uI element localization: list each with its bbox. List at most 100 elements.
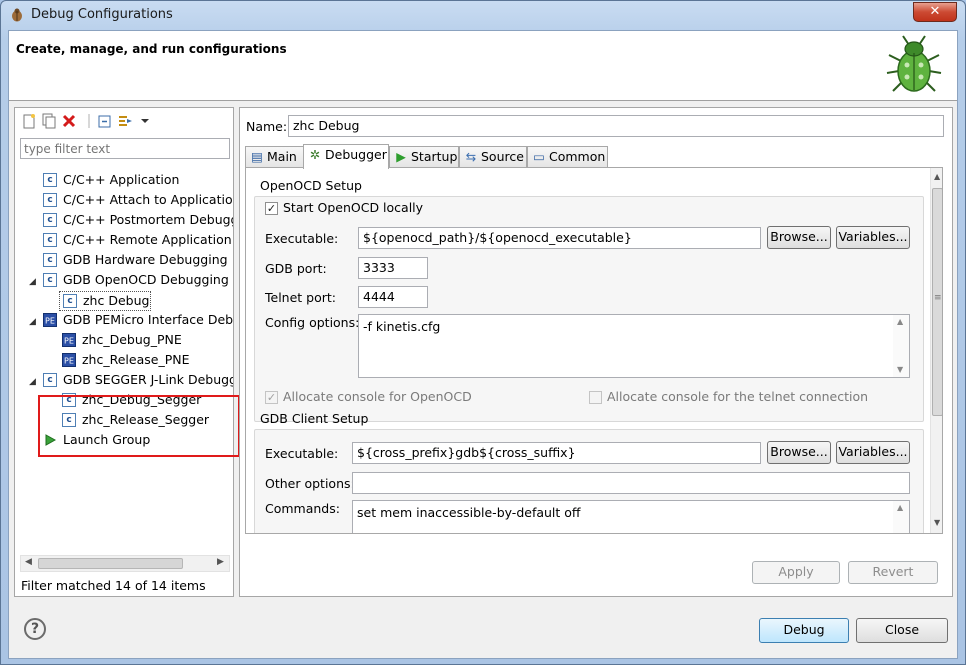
tree-item-cpp-remote[interactable]: c C/C++ Remote Application — [15, 231, 233, 251]
expanded-triangle-icon[interactable]: ◢ — [29, 273, 36, 291]
scroll-grip-icon: ≡ — [934, 293, 942, 303]
configuration-tree-panel: c C/C++ Application c C/C++ Attach to Ap… — [14, 107, 240, 597]
apply-button[interactable]: Apply — [752, 561, 840, 584]
tab-debugger[interactable]: ✲ Debugger — [303, 144, 389, 169]
configuration-tree: c C/C++ Application c C/C++ Attach to Ap… — [15, 165, 233, 545]
tree-item-zhc-debug[interactable]: c zhc Debug — [59, 291, 151, 311]
tree-item-zhc-release-pne[interactable]: PE zhc_Release_PNE — [15, 351, 233, 371]
filter-status-text: Filter matched 14 of 14 items — [21, 578, 206, 593]
new-configuration-icon[interactable] — [21, 113, 37, 129]
openocd-browse-button[interactable]: Browse... — [767, 226, 831, 249]
tab-label: Source — [481, 149, 524, 164]
debug-configurations-window: Debug Configurations ✕ Create, manage, a… — [0, 0, 966, 665]
scroll-up-icon[interactable]: ▲ — [897, 503, 903, 512]
close-button[interactable]: Close — [856, 618, 948, 643]
c-config-icon: c — [43, 373, 57, 387]
tab-common[interactable]: ▭ Common — [527, 146, 608, 168]
c-config-icon: c — [43, 213, 57, 227]
bug-app-icon — [12, 8, 22, 22]
title-bar[interactable]: Debug Configurations ✕ — [1, 1, 965, 29]
scroll-left-icon[interactable]: ◀ — [25, 557, 32, 567]
allocate-console-checkbox[interactable]: ✓ — [265, 391, 278, 404]
toolbar-separator — [88, 114, 90, 128]
window-close-button[interactable]: ✕ — [913, 2, 957, 22]
configuration-name-input[interactable]: zhc Debug — [288, 115, 944, 137]
other-options-input[interactable] — [352, 472, 910, 494]
debugger-tab-content: OpenOCD Setup ✓ Start OpenOCD locally Ex… — [245, 167, 943, 534]
gdb-browse-button[interactable]: Browse... — [767, 441, 831, 464]
scroll-down-icon[interactable]: ▼ — [934, 518, 940, 527]
start-openocd-locally-label: Start OpenOCD locally — [283, 200, 424, 215]
revert-button[interactable]: Revert — [848, 561, 938, 584]
scrollbar-thumb[interactable]: ≡ — [932, 188, 942, 416]
openocd-setup-title: OpenOCD Setup — [260, 178, 362, 193]
tree-item-gdb-segger[interactable]: ◢ c GDB SEGGER J-Link Debugg — [15, 371, 233, 391]
commands-label: Commands: — [265, 501, 340, 516]
tree-item-gdb-pemicro[interactable]: ◢ PE GDB PEMicro Interface Debu — [15, 311, 233, 331]
tree-item-zhc-debug-pne[interactable]: PE zhc_Debug_PNE — [15, 331, 233, 351]
allocate-telnet-console-checkbox[interactable] — [589, 391, 602, 404]
duplicate-configuration-icon[interactable] — [41, 113, 57, 129]
gdb-client-setup-group: Executable: ${cross_prefix}gdb${cross_su… — [254, 429, 924, 533]
gdb-variables-button[interactable]: Variables... — [836, 441, 910, 464]
commands-textarea[interactable]: set mem inaccessible-by-default off ▲ — [352, 500, 910, 533]
tab-source[interactable]: ⇆ Source — [459, 146, 527, 168]
configuration-editor-panel: Name: zhc Debug ▤ Main ✲ Debugger ▶ Startup… — [239, 107, 953, 597]
window-title: Debug Configurations — [31, 7, 173, 22]
tree-item-label: C/C++ Attach to Application — [63, 192, 233, 207]
tree-item-gdb-openocd[interactable]: ◢ c GDB OpenOCD Debugging — [15, 271, 233, 291]
filter-menu-chevron-down-icon[interactable] — [137, 113, 153, 129]
scroll-right-icon[interactable]: ▶ — [217, 557, 224, 567]
allocate-telnet-console-label: Allocate console for the telnet connecti… — [607, 389, 869, 404]
tree-item-label: zhc_Debug_PNE — [82, 332, 182, 347]
other-options-label: Other options: — [265, 476, 355, 491]
tab-label: Startup — [411, 149, 458, 164]
filter-input[interactable] — [20, 138, 230, 159]
scroll-down-icon[interactable]: ▼ — [897, 365, 903, 374]
tree-item-label: GDB SEGGER J-Link Debugg — [63, 372, 233, 387]
collapse-all-icon[interactable] — [97, 113, 113, 129]
openocd-executable-input[interactable]: ${openocd_path}/${openocd_executable} — [358, 227, 761, 249]
tab-content-vertical-scrollbar[interactable]: ▲ ≡ ▼ — [930, 168, 942, 533]
tree-item-cpp-application[interactable]: c C/C++ Application — [15, 171, 233, 191]
tree-item-gdb-hardware[interactable]: c GDB Hardware Debugging — [15, 251, 233, 271]
tree-horizontal-scrollbar[interactable]: ◀ ▶ — [20, 555, 230, 572]
help-icon[interactable]: ? — [24, 618, 46, 640]
tree-item-cpp-attach[interactable]: c C/C++ Attach to Application — [15, 191, 233, 211]
dialog-header: Create, manage, and run configurations — [9, 31, 957, 101]
commands-scrollbar[interactable]: ▲ — [893, 501, 909, 533]
tree-item-cpp-postmortem[interactable]: c C/C++ Postmortem Debugg — [15, 211, 233, 231]
config-options-textarea[interactable]: -f kinetis.cfg ▲ ▼ — [358, 314, 910, 378]
openocd-setup-group: ✓ Start OpenOCD locally Executable: ${op… — [254, 196, 924, 422]
config-options-label: Config options: — [265, 315, 360, 330]
expanded-triangle-icon[interactable]: ◢ — [29, 313, 36, 331]
tree-item-label: C/C++ Application — [63, 172, 180, 187]
openocd-variables-button[interactable]: Variables... — [836, 226, 910, 249]
svg-text:PE: PE — [64, 337, 74, 346]
gdb-port-label: GDB port: — [265, 261, 327, 276]
tab-label: Debugger — [325, 147, 387, 162]
gdb-port-input[interactable]: 3333 — [358, 257, 428, 279]
scroll-up-icon[interactable]: ▲ — [934, 172, 940, 181]
debug-button[interactable]: Debug — [759, 618, 849, 643]
tab-main[interactable]: ▤ Main — [245, 146, 304, 168]
scroll-up-icon[interactable]: ▲ — [897, 317, 903, 326]
tree-item-label: GDB OpenOCD Debugging — [63, 272, 229, 287]
tree-item-label: C/C++ Postmortem Debugg — [63, 212, 233, 227]
tab-label: Common — [549, 149, 606, 164]
gdb-executable-input[interactable]: ${cross_prefix}gdb${cross_suffix} — [352, 442, 761, 464]
scrollbar-thumb[interactable] — [38, 558, 183, 569]
start-openocd-locally-checkbox[interactable]: ✓ — [265, 202, 278, 215]
telnet-port-input[interactable]: 4444 — [358, 286, 428, 308]
c-config-icon: c — [43, 233, 57, 247]
delete-configuration-icon[interactable] — [61, 113, 77, 129]
config-options-scrollbar[interactable]: ▲ ▼ — [893, 315, 909, 377]
c-config-icon: c — [43, 193, 57, 207]
gdb-client-setup-title: GDB Client Setup — [260, 411, 369, 426]
dialog-heading: Create, manage, and run configurations — [16, 42, 287, 56]
pe-config-icon: PE — [43, 313, 57, 327]
tab-startup[interactable]: ▶ Startup — [389, 146, 459, 168]
expanded-triangle-icon[interactable]: ◢ — [29, 373, 36, 391]
tab-label: Main — [267, 149, 297, 164]
filter-configurations-icon[interactable] — [117, 113, 133, 129]
